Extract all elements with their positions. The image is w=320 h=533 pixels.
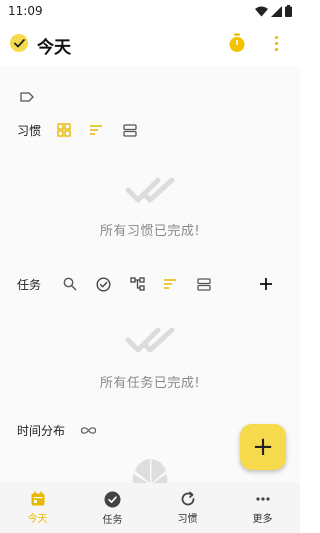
habits-header: 习惯 [0, 118, 300, 142]
search-button[interactable] [60, 274, 80, 294]
overflow-menu-button[interactable] [268, 32, 284, 54]
habits-empty-state: 所有习惯已完成! [0, 176, 300, 239]
list-view-button[interactable] [120, 120, 140, 140]
today-content: 习惯 所有习惯已完成! 任务 所有任务已完成! 时间分布 [0, 66, 300, 483]
tasks-header: 任务 [0, 272, 300, 296]
grid-icon [57, 123, 71, 137]
infinity-icon [80, 426, 96, 434]
nav-more[interactable]: 更多 [225, 483, 300, 533]
fab-plus-label: + [252, 432, 274, 462]
nav-habits-label: 习惯 [177, 514, 198, 525]
time-distribution-label: 时间分布 [17, 424, 66, 438]
signal-icon [271, 5, 282, 17]
nav-more-label: 更多 [252, 514, 273, 525]
search-icon [63, 277, 77, 291]
habits-label: 习惯 [17, 124, 42, 138]
grid-view-button[interactable] [54, 120, 74, 140]
check-circle-outline-icon [95, 276, 111, 292]
app-bar: 今天 [0, 22, 300, 66]
nav-tasks[interactable]: 任务 [75, 483, 150, 533]
list-layout-icon [123, 123, 137, 137]
task-list-view-button[interactable] [194, 274, 214, 294]
refresh-icon [181, 491, 194, 506]
completed-filter-button[interactable] [93, 274, 113, 294]
sort-icon [90, 125, 102, 135]
tag-filter-button[interactable] [20, 87, 34, 106]
plus-icon [260, 278, 272, 290]
stopwatch-icon [229, 33, 245, 52]
status-bar: 11:09 [0, 0, 300, 22]
add-task-button[interactable] [256, 274, 276, 294]
page-title: 今天 [37, 38, 71, 58]
today-check-icon [10, 34, 28, 52]
bottom-navigation: 今天 任务 习惯 更多 [0, 483, 300, 533]
wifi-icon [255, 6, 268, 16]
hierarchy-view-button[interactable] [127, 274, 147, 294]
nav-habits[interactable]: 习惯 [150, 483, 225, 533]
more-vertical-icon [274, 35, 278, 39]
task-sort-button[interactable] [160, 274, 180, 294]
tag-icon [20, 92, 34, 102]
tasks-empty-state: 所有任务已完成! [0, 326, 300, 391]
double-check-icon [125, 177, 175, 203]
time-range-button[interactable] [78, 420, 98, 440]
list-layout-icon [197, 277, 211, 291]
tasks-empty-text: 所有任务已完成! [99, 376, 201, 391]
check-circle-icon [104, 491, 121, 507]
tasks-label: 任务 [17, 278, 42, 292]
battery-icon [285, 5, 292, 17]
timer-button[interactable] [226, 32, 248, 54]
nav-tasks-label: 任务 [102, 514, 123, 526]
hierarchy-icon [129, 277, 145, 291]
nav-today[interactable]: 今天 [0, 483, 75, 533]
nav-today-label: 今天 [27, 514, 48, 525]
add-fab-button[interactable]: + [240, 424, 286, 470]
calendar-icon [31, 491, 44, 506]
status-time: 11:09 [8, 4, 43, 18]
more-horizontal-icon [255, 497, 270, 501]
status-icons [255, 5, 292, 17]
time-distribution-pie [132, 459, 168, 483]
habits-empty-text: 所有习惯已完成! [99, 224, 201, 239]
double-check-icon [125, 327, 175, 353]
sort-button[interactable] [86, 120, 106, 140]
sort-icon [164, 279, 176, 289]
